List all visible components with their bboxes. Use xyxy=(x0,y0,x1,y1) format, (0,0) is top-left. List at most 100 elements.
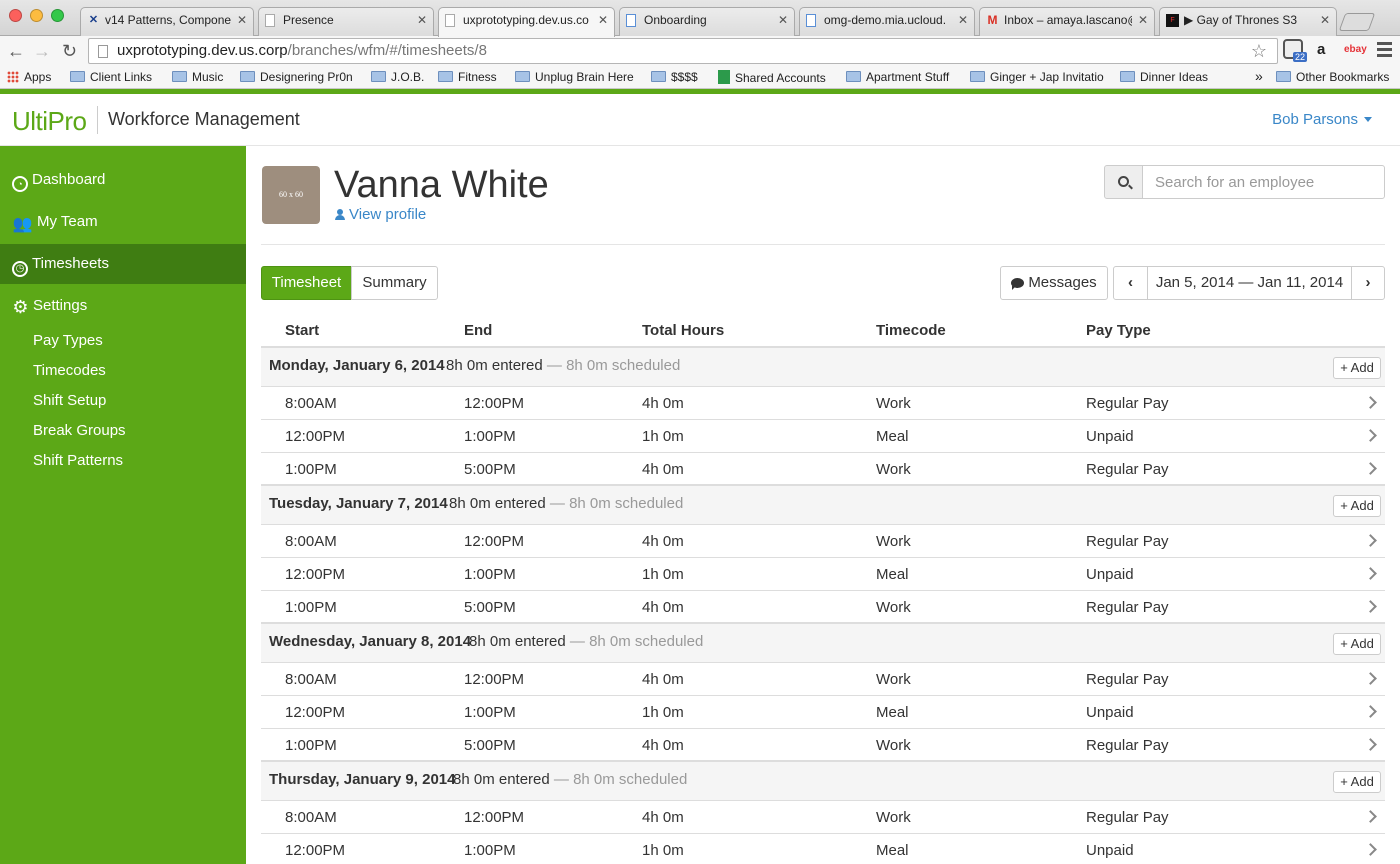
close-window-button[interactable] xyxy=(9,9,22,22)
ultipro-logo[interactable]: UltiPro xyxy=(12,106,87,137)
search-button[interactable] xyxy=(1104,165,1143,199)
sidebar-subitem-break-groups[interactable]: Break Groups xyxy=(33,422,126,439)
bookmark-star-icon[interactable]: ☆ xyxy=(1251,39,1267,63)
sidebar-item-dashboard[interactable]: ◔ Dashboard xyxy=(0,160,246,200)
browser-tab[interactable]: M Inbox – amaya.lascano@ ✕ xyxy=(979,7,1155,36)
amazon-extension-icon[interactable]: a xyxy=(1317,41,1325,58)
browser-tab[interactable]: ✕ v14 Patterns, Componer ✕ xyxy=(80,7,254,36)
bookmark-folder[interactable]: Designering Pr0n xyxy=(240,70,353,84)
table-row[interactable]: 12:00PM 1:00PM 1h 0m Meal Unpaid xyxy=(261,696,1385,729)
bookmark-folder[interactable]: Fitness xyxy=(438,70,497,84)
bookmark-sheet[interactable]: Shared Accounts xyxy=(718,70,826,85)
chevron-right-icon[interactable] xyxy=(1364,810,1377,823)
folder-icon xyxy=(240,71,255,82)
sheet-icon xyxy=(718,70,730,84)
bookmark-apps[interactable]: Apps xyxy=(7,70,51,84)
table-row[interactable]: 8:00AM 12:00PM 4h 0m Work Regular Pay xyxy=(261,801,1385,834)
cell-timecode: Meal xyxy=(876,428,909,445)
previous-week-button[interactable]: ‹ xyxy=(1113,266,1148,300)
add-entry-button[interactable]: + Add xyxy=(1333,771,1381,793)
browser-menu-icon[interactable] xyxy=(1377,42,1392,60)
bookmark-folder[interactable]: Unplug Brain Here xyxy=(515,70,634,84)
cell-timecode: Work xyxy=(876,809,911,826)
extension-badge: 22 xyxy=(1293,52,1308,62)
search-input[interactable] xyxy=(1142,165,1385,199)
bookmark-folder[interactable]: Dinner Ideas xyxy=(1120,70,1208,84)
forward-arrow-icon[interactable]: → xyxy=(33,41,51,61)
view-profile-link[interactable]: View profile xyxy=(335,206,426,223)
folder-icon xyxy=(371,71,386,82)
close-tab-icon[interactable]: ✕ xyxy=(958,13,968,27)
close-tab-icon[interactable]: ✕ xyxy=(237,13,247,27)
ebay-extension-icon[interactable]: ebay xyxy=(1344,44,1367,55)
other-bookmarks[interactable]: Other Bookmarks xyxy=(1276,70,1389,84)
browser-tab-active[interactable]: uxprototyping.dev.us.co ✕ xyxy=(438,7,615,37)
next-week-button[interactable]: › xyxy=(1351,266,1385,300)
minimize-window-button[interactable] xyxy=(30,9,43,22)
browser-tab[interactable]: Presence ✕ xyxy=(258,7,434,36)
table-row[interactable]: 1:00PM 5:00PM 4h 0m Work Regular Pay xyxy=(261,453,1385,486)
cell-total-hours: 4h 0m xyxy=(642,599,684,616)
browser-tab[interactable]: omg-demo.mia.ucloud. ✕ xyxy=(799,7,975,36)
bookmark-label: Music xyxy=(192,70,224,84)
table-row[interactable]: 8:00AM 12:00PM 4h 0m Work Regular Pay xyxy=(261,663,1385,696)
chevron-right-icon[interactable] xyxy=(1364,534,1377,547)
table-row[interactable]: 8:00AM 12:00PM 4h 0m Work Regular Pay xyxy=(261,387,1385,420)
sidebar-item-my-team[interactable]: 👥 My Team xyxy=(0,202,246,242)
tab-timesheet[interactable]: Timesheet xyxy=(261,266,352,300)
table-row[interactable]: 8:00AM 12:00PM 4h 0m Work Regular Pay xyxy=(261,525,1385,558)
bookmarks-overflow-button[interactable]: » xyxy=(1255,68,1263,84)
close-tab-icon[interactable]: ✕ xyxy=(1320,13,1330,27)
bookmark-folder[interactable]: $$$$ xyxy=(651,70,698,84)
tab-summary[interactable]: Summary xyxy=(351,266,438,300)
browser-tab[interactable]: Onboarding ✕ xyxy=(619,7,795,36)
chevron-right-icon[interactable] xyxy=(1364,396,1377,409)
address-bar[interactable]: uxprototyping.dev.us.corp/branches/wfm/#… xyxy=(88,38,1278,64)
new-tab-button[interactable] xyxy=(1338,13,1376,31)
bookmark-label: Apartment Stuff xyxy=(866,70,950,84)
bookmark-folder[interactable]: Apartment Stuff xyxy=(846,70,949,84)
chevron-right-icon[interactable] xyxy=(1364,600,1377,613)
sidebar-subitem-pay-types[interactable]: Pay Types xyxy=(33,332,103,349)
clock-icon: ◷ xyxy=(12,261,28,277)
close-tab-icon[interactable]: ✕ xyxy=(417,13,427,27)
folder-icon xyxy=(651,71,666,82)
chevron-right-icon[interactable] xyxy=(1364,738,1377,751)
reload-icon[interactable]: ↻ xyxy=(62,41,77,61)
comment-icon xyxy=(1011,278,1025,290)
close-tab-icon[interactable]: ✕ xyxy=(598,13,608,27)
table-row[interactable]: 12:00PM 1:00PM 1h 0m Meal Unpaid xyxy=(261,420,1385,453)
chevron-right-icon[interactable] xyxy=(1364,567,1377,580)
chevron-right-icon[interactable] xyxy=(1364,462,1377,475)
add-entry-button[interactable]: + Add xyxy=(1333,495,1381,517)
chevron-right-icon[interactable] xyxy=(1364,843,1377,856)
messages-button[interactable]: Messages xyxy=(1000,266,1108,300)
chevron-right-icon[interactable] xyxy=(1364,705,1377,718)
add-entry-button[interactable]: + Add xyxy=(1333,633,1381,655)
table-row[interactable]: 12:00PM 1:00PM 1h 0m Meal Unpaid xyxy=(261,834,1385,864)
chevron-right-icon[interactable] xyxy=(1364,429,1377,442)
close-tab-icon[interactable]: ✕ xyxy=(1138,13,1148,27)
bookmark-folder[interactable]: Music xyxy=(172,70,223,84)
bookmark-folder[interactable]: Client Links xyxy=(70,70,152,84)
sidebar-subitem-shift-patterns[interactable]: Shift Patterns xyxy=(33,452,123,469)
user-menu[interactable]: Bob Parsons xyxy=(1272,111,1372,128)
sidebar-item-timesheets[interactable]: ◷ Timesheets xyxy=(0,244,246,284)
table-row[interactable]: 12:00PM 1:00PM 1h 0m Meal Unpaid xyxy=(261,558,1385,591)
hours-entered: 8h 0m entered xyxy=(446,357,543,374)
chevron-right-icon[interactable] xyxy=(1364,672,1377,685)
close-tab-icon[interactable]: ✕ xyxy=(778,13,788,27)
table-row[interactable]: 1:00PM 5:00PM 4h 0m Work Regular Pay xyxy=(261,729,1385,762)
back-arrow-icon[interactable]: ← xyxy=(7,41,25,61)
add-entry-button[interactable]: + Add xyxy=(1333,357,1381,379)
sidebar-subitem-timecodes[interactable]: Timecodes xyxy=(33,362,106,379)
bookmark-folder[interactable]: J.O.B. xyxy=(371,70,424,84)
sidebar-item-settings[interactable]: ⚙ Settings xyxy=(0,286,246,326)
browser-tab[interactable]: F ▶ Gay of Thrones S3 ✕ xyxy=(1159,7,1337,36)
table-row[interactable]: 1:00PM 5:00PM 4h 0m Work Regular Pay xyxy=(261,591,1385,624)
cell-end: 5:00PM xyxy=(464,737,516,754)
column-header-total-hours: Total Hours xyxy=(642,322,725,339)
zoom-window-button[interactable] xyxy=(51,9,64,22)
sidebar-subitem-shift-setup[interactable]: Shift Setup xyxy=(33,392,106,409)
bookmark-folder[interactable]: Ginger + Jap Invitatio xyxy=(970,70,1104,84)
